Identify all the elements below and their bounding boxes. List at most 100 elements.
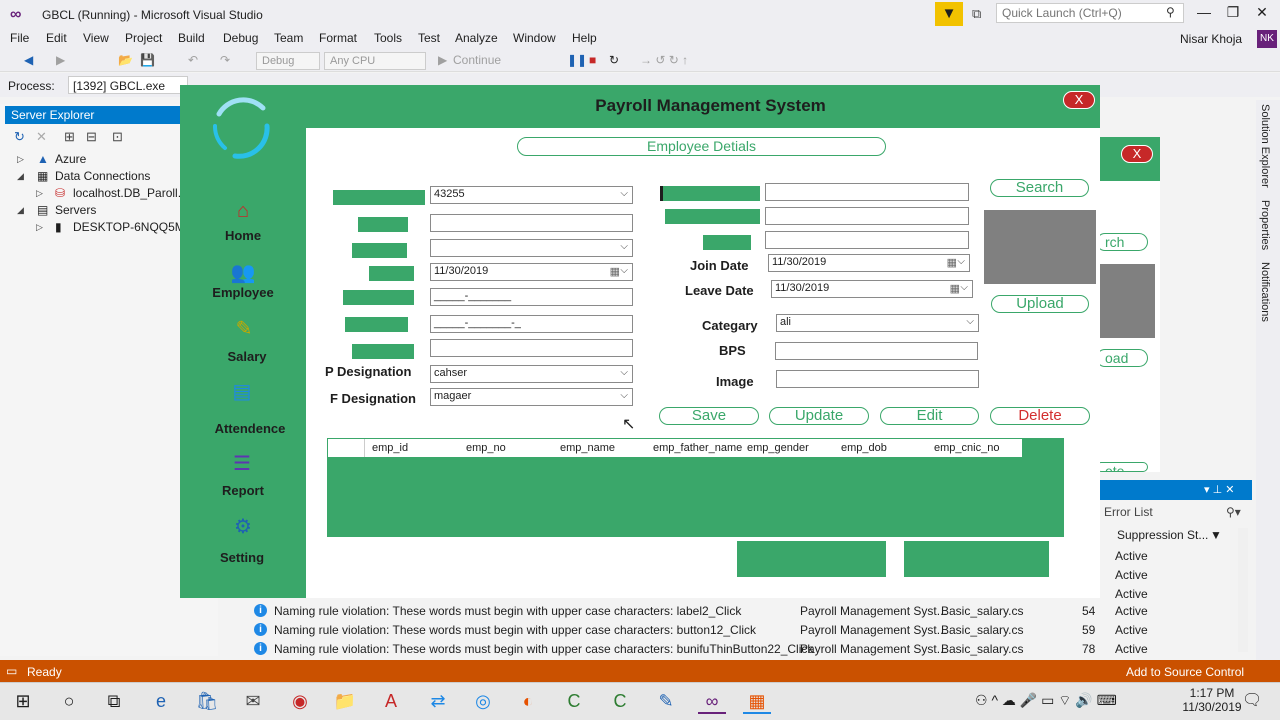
nav-home[interactable]: Home bbox=[180, 228, 306, 243]
emp-id-combo[interactable]: 43255 ⌵ bbox=[430, 186, 633, 204]
platform-select[interactable]: Any CPU bbox=[324, 52, 426, 70]
payroll-close-button[interactable]: X bbox=[1063, 91, 1095, 109]
system-tray-icons[interactable]: ⚇ ^ ☁ 🎤 ▭ ⌔ 🔊 ⌨ bbox=[975, 692, 1117, 710]
tree-item-desktop[interactable]: DESKTOP-6NQQ5MN bbox=[73, 220, 193, 234]
tree-item-servers[interactable]: Servers bbox=[55, 203, 96, 217]
emp-no-input[interactable] bbox=[430, 214, 633, 232]
edge-icon[interactable]: e bbox=[147, 688, 175, 714]
delete-button[interactable]: Delete bbox=[990, 407, 1090, 425]
tree-item-azure[interactable]: Azure bbox=[55, 152, 86, 166]
nav-setting[interactable]: Setting bbox=[179, 550, 305, 565]
chrome-icon[interactable]: ◎ bbox=[469, 688, 497, 714]
camtasia-recorder-icon[interactable]: C bbox=[606, 688, 634, 714]
report-icon[interactable]: ☰ bbox=[227, 451, 257, 477]
menu-analyze[interactable]: Analyze bbox=[455, 31, 498, 45]
continue-button[interactable]: Continue bbox=[453, 53, 501, 67]
app-icon[interactable]: ✎ bbox=[652, 688, 680, 714]
grid-column-header[interactable]: emp_father_name bbox=[653, 442, 742, 454]
action-panel[interactable] bbox=[904, 541, 1049, 577]
error-description[interactable]: Naming rule violation: These words must … bbox=[274, 642, 813, 656]
visual-studio-icon[interactable]: ∞ bbox=[698, 688, 726, 714]
connect-database-icon[interactable]: ⊞ bbox=[64, 129, 75, 145]
filter-icon[interactable]: ▼ bbox=[1210, 528, 1222, 542]
user-name[interactable]: Nisar Khoja bbox=[1180, 32, 1242, 46]
nav-attendance[interactable]: Attendence bbox=[187, 421, 313, 436]
grid-column-header[interactable]: emp_dob bbox=[841, 442, 887, 454]
attendance-icon[interactable]: ▤ bbox=[227, 379, 257, 405]
file-explorer-icon[interactable]: 📁 bbox=[331, 688, 359, 714]
forward-icon[interactable]: ▶ bbox=[56, 53, 65, 67]
background-upload-button[interactable]: oad bbox=[1096, 349, 1148, 367]
search-icon[interactable]: ○ bbox=[55, 688, 83, 714]
running-app-icon[interactable]: ▦ bbox=[743, 688, 771, 714]
save-icon[interactable]: 💾 bbox=[140, 53, 155, 67]
minimize-button[interactable]: — bbox=[1190, 4, 1218, 20]
collapse-icon[interactable]: ◢ bbox=[17, 171, 24, 182]
stop-icon[interactable]: ■ bbox=[589, 53, 596, 67]
tab-properties[interactable]: Properties bbox=[1259, 200, 1271, 250]
menu-format[interactable]: Format bbox=[319, 31, 357, 45]
avatar[interactable]: NK bbox=[1257, 30, 1277, 48]
upload-button[interactable]: Upload bbox=[991, 295, 1089, 313]
menu-debug[interactable]: Debug bbox=[223, 31, 258, 45]
update-button[interactable]: Update bbox=[769, 407, 869, 425]
open-folder-icon[interactable]: 📂 bbox=[118, 53, 133, 67]
mail-icon[interactable]: ✉ bbox=[239, 688, 267, 714]
grid-column-header[interactable]: emp_no bbox=[466, 442, 506, 454]
grid-column-header[interactable]: emp_gender bbox=[747, 442, 809, 454]
menu-edit[interactable]: Edit bbox=[46, 31, 67, 45]
edit-button[interactable]: Edit bbox=[880, 407, 979, 425]
grid-column-header[interactable]: emp_name bbox=[560, 442, 615, 454]
background-delete-button[interactable]: ete bbox=[1096, 462, 1148, 472]
error-description[interactable]: Naming rule violation: These words must … bbox=[274, 623, 756, 637]
search-icon[interactable]: ⚲ bbox=[1166, 5, 1175, 19]
gender-combo[interactable]: ⌵ bbox=[430, 239, 633, 257]
background-close-button[interactable]: X bbox=[1121, 145, 1153, 163]
nav-salary[interactable]: Salary bbox=[184, 349, 310, 364]
email-input[interactable] bbox=[765, 207, 969, 225]
menu-team[interactable]: Team bbox=[274, 31, 303, 45]
menu-window[interactable]: Window bbox=[513, 31, 556, 45]
background-search-button[interactable]: rch bbox=[1096, 233, 1148, 251]
pin-icon[interactable]: ▾ ⊥ ✕ bbox=[1204, 483, 1234, 496]
app-icon[interactable]: ◉ bbox=[286, 688, 314, 714]
clock[interactable]: 1:17 PM 11/30/2019 bbox=[1180, 686, 1244, 714]
add-to-source-control-button[interactable]: Add to Source Control bbox=[1126, 665, 1244, 679]
menu-build[interactable]: Build bbox=[178, 31, 205, 45]
phone-input[interactable]: _____-_______-_ bbox=[430, 315, 633, 333]
error-list-scrollbar[interactable] bbox=[1238, 528, 1248, 652]
nav-report[interactable]: Report bbox=[180, 483, 306, 498]
dob-date-picker[interactable]: 11/30/2019 ▦ ⌵ bbox=[430, 263, 633, 281]
refresh-icon[interactable]: ↻ bbox=[14, 129, 25, 145]
expand-icon[interactable]: ▷ bbox=[17, 154, 24, 165]
salary-icon[interactable]: ✎ bbox=[229, 316, 259, 342]
join-date-picker[interactable]: 11/30/2019 ▦ ⌵ bbox=[768, 254, 970, 272]
grid-column-header[interactable]: emp_id bbox=[372, 442, 408, 454]
tab-notifications[interactable]: Notifications bbox=[1259, 262, 1271, 322]
tree-item-localhost[interactable]: localhost.DB_Paroll.pu bbox=[73, 186, 194, 200]
feedback-icon[interactable]: ⧉ bbox=[972, 6, 981, 22]
maximize-button[interactable]: ❐ bbox=[1219, 4, 1247, 21]
cnic-input[interactable]: _____-_______ bbox=[430, 288, 633, 306]
error-list-title[interactable]: Error List bbox=[1104, 505, 1153, 519]
search-icon[interactable]: ⚲▾ bbox=[1226, 505, 1241, 519]
menu-tools[interactable]: Tools bbox=[374, 31, 402, 45]
connect-server-icon[interactable]: ⊟ bbox=[86, 129, 97, 145]
filter-view-icon[interactable]: ⊡ bbox=[112, 129, 123, 145]
tab-solution-explorer[interactable]: Solution Explorer bbox=[1259, 104, 1271, 188]
employee-icon[interactable]: 👥 bbox=[228, 260, 258, 286]
delete-icon[interactable]: ✕ bbox=[36, 129, 47, 145]
pause-icon[interactable]: ❚❚ bbox=[567, 53, 587, 67]
undo-icon[interactable]: ↶ bbox=[188, 53, 198, 67]
config-select[interactable]: Debug bbox=[256, 52, 320, 70]
grid-row-selector[interactable] bbox=[328, 439, 365, 457]
windows-start-icon[interactable]: ⊞ bbox=[9, 688, 37, 714]
filter-icon[interactable]: ▼ bbox=[935, 2, 963, 26]
f-designation-combo[interactable]: magaer ⌵ bbox=[430, 388, 633, 406]
back-icon[interactable]: ◀ bbox=[24, 53, 33, 67]
acrobat-icon[interactable]: A bbox=[377, 688, 405, 714]
quick-launch-input[interactable] bbox=[996, 3, 1184, 23]
process-select[interactable]: [1392] GBCL.exe bbox=[68, 76, 188, 94]
p-designation-combo[interactable]: cahser ⌵ bbox=[430, 365, 633, 383]
firefox-icon[interactable]: ◐ bbox=[514, 688, 542, 714]
